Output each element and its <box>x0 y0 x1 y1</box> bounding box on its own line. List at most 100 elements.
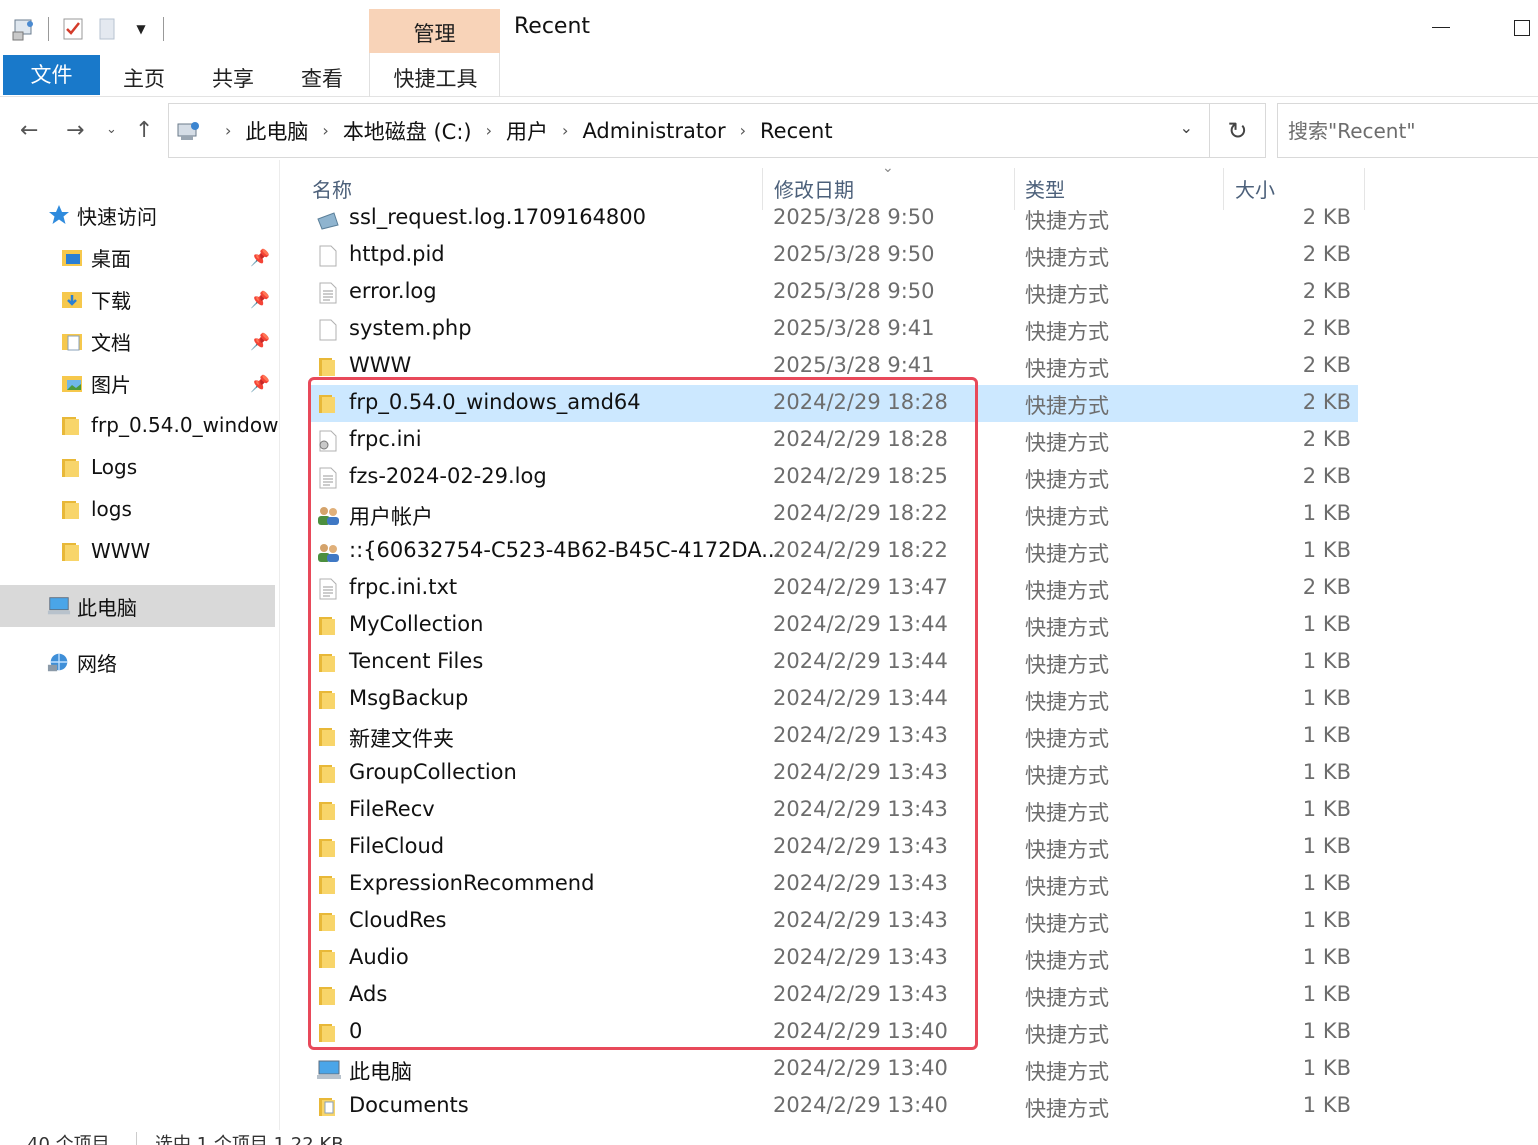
breadcrumb-recent[interactable]: Recent <box>760 119 833 143</box>
nav-quick-access[interactable]: 快速访问 <box>0 195 280 235</box>
file-row[interactable]: ::{60632754-C523-4B62-B45C-4172DA... 2024… <box>308 533 1358 570</box>
address-history-dropdown-icon[interactable]: ⌄ <box>1180 118 1193 137</box>
nav-item-pictures[interactable]: 图片 📌 <box>0 363 280 403</box>
file-row[interactable]: WWW 2025/3/28 9:41 快捷方式 2 KB <box>308 348 1358 385</box>
file-type: 快捷方式 <box>1025 320 1109 344</box>
pin-icon[interactable]: 📌 <box>250 248 270 267</box>
file-size: 1 KB <box>1302 686 1351 710</box>
folder-icon <box>316 725 340 749</box>
nav-this-pc[interactable]: 此电脑 <box>0 585 275 627</box>
column-header-name[interactable]: 名称 <box>312 174 352 203</box>
file-row[interactable]: ssl_request.log.1709164800 2025/3/28 9:50… <box>308 200 1358 237</box>
breadcrumb-this-pc[interactable]: 此电脑 <box>245 116 308 146</box>
search-box[interactable] <box>1277 103 1538 158</box>
file-row[interactable]: frpc.ini 2024/2/29 18:28 快捷方式 2 KB <box>308 422 1358 459</box>
file-type: 快捷方式 <box>1025 764 1109 788</box>
refresh-button[interactable]: ↻ <box>1210 103 1266 158</box>
chevron-right-icon[interactable]: › <box>225 121 231 140</box>
nav-item-logs-lower[interactable]: logs <box>0 489 280 529</box>
file-row[interactable]: MyCollection 2024/2/29 13:44 快捷方式 1 KB <box>308 607 1358 644</box>
up-arrow-icon[interactable]: ↑ <box>135 118 153 143</box>
minimize-button[interactable] <box>1432 27 1450 28</box>
file-row[interactable]: MsgBackup 2024/2/29 13:44 快捷方式 1 KB <box>308 681 1358 718</box>
tab-view[interactable]: 查看 <box>301 63 343 93</box>
file-row[interactable]: frp_0.54.0_windows_amd64 2024/2/29 18:28 快… <box>308 385 1358 422</box>
chevron-right-icon[interactable]: › <box>562 121 568 140</box>
column-header-size[interactable]: 大小 <box>1235 174 1275 203</box>
back-arrow-icon[interactable]: ← <box>20 118 38 143</box>
file-row[interactable]: FileRecv 2024/2/29 13:43 快捷方式 1 KB <box>308 792 1358 829</box>
pin-icon[interactable]: 📌 <box>250 290 270 309</box>
address-bar[interactable]: › 此电脑 › 本地磁盘 (C:) › 用户 › Administrator ›… <box>168 103 1210 158</box>
file-row[interactable]: Documents 2024/2/29 13:40 快捷方式 1 KB <box>308 1088 1358 1125</box>
pictures-folder-icon <box>60 371 84 395</box>
status-bar: 40 个项目 选中 1 个项目 1.22 KB <box>0 1130 1538 1145</box>
properties-check-icon[interactable] <box>59 15 87 43</box>
file-list: ⌄ 名称 修改日期 类型 大小 ssl_request.log.17091648… <box>300 160 1538 1130</box>
file-row[interactable]: error.log 2025/3/28 9:50 快捷方式 2 KB <box>308 274 1358 311</box>
window-title: Recent <box>514 14 591 39</box>
file-size: 1 KB <box>1302 908 1351 932</box>
breadcrumb-administrator[interactable]: Administrator <box>582 119 725 143</box>
tab-file[interactable]: 文件 <box>3 55 100 95</box>
tab-shortcut-tools[interactable]: 快捷工具 <box>370 63 501 93</box>
nav-item-logs-upper[interactable]: Logs <box>0 447 280 487</box>
nav-item-frp-folder[interactable]: frp_0.54.0_window <box>0 405 280 445</box>
file-row[interactable]: fzs-2024-02-29.log 2024/2/29 18:25 快捷方式 2 K… <box>308 459 1358 496</box>
file-row[interactable]: Ads 2024/2/29 13:43 快捷方式 1 KB <box>308 977 1358 1014</box>
column-header-date[interactable]: 修改日期 <box>774 174 854 203</box>
file-name: ExpressionRecommend <box>349 871 595 895</box>
file-row[interactable]: FileCloud 2024/2/29 13:43 快捷方式 1 KB <box>308 829 1358 866</box>
file-row[interactable]: Audio 2024/2/29 13:43 快捷方式 1 KB <box>308 940 1358 977</box>
nav-item-downloads[interactable]: 下载 📌 <box>0 279 280 319</box>
user-accounts-icon <box>316 540 340 564</box>
file-row[interactable]: 新建文件夹 2024/2/29 13:43 快捷方式 1 KB <box>308 718 1358 755</box>
file-size: 2 KB <box>1302 279 1351 303</box>
nav-item-label: WWW <box>91 539 151 563</box>
user-accounts-icon <box>316 503 340 527</box>
recent-locations-dropdown-icon[interactable]: ⌄ <box>106 122 117 137</box>
file-row[interactable]: 0 2024/2/29 13:40 快捷方式 1 KB <box>308 1014 1358 1051</box>
pin-icon[interactable]: 📌 <box>250 374 270 393</box>
file-row[interactable]: httpd.pid 2025/3/28 9:50 快捷方式 2 KB <box>308 237 1358 274</box>
tab-home[interactable]: 主页 <box>123 63 165 93</box>
chevron-right-icon[interactable]: › <box>740 121 746 140</box>
file-type: 快捷方式 <box>1025 542 1109 566</box>
file-row[interactable]: system.php 2025/3/28 9:41 快捷方式 2 KB <box>308 311 1358 348</box>
file-row[interactable]: ExpressionRecommend 2024/2/29 13:43 快捷方式 1 … <box>308 866 1358 903</box>
file-name: frpc.ini <box>349 427 422 451</box>
file-date: 2024/2/29 13:47 <box>773 575 948 599</box>
file-date: 2024/2/29 13:43 <box>773 871 948 895</box>
nav-item-documents[interactable]: 文档 📌 <box>0 321 280 361</box>
file-type: 快捷方式 <box>1025 394 1109 418</box>
tab-share[interactable]: 共享 <box>212 63 254 93</box>
nav-network-label: 网络 <box>77 651 117 676</box>
nav-network[interactable]: 网络 <box>0 642 280 682</box>
chevron-right-icon[interactable]: › <box>486 121 492 140</box>
search-input[interactable] <box>1288 116 1538 146</box>
file-row[interactable]: Tencent Files 2024/2/29 13:44 快捷方式 1 KB <box>308 644 1358 681</box>
file-row[interactable]: 用户帐户 2024/2/29 18:22 快捷方式 1 KB <box>308 496 1358 533</box>
customize-toolbar-dropdown-icon[interactable]: ▼ <box>127 15 155 43</box>
file-type: 快捷方式 <box>1025 505 1109 529</box>
file-row[interactable]: frpc.ini.txt 2024/2/29 13:47 快捷方式 2 KB <box>308 570 1358 607</box>
new-folder-icon[interactable] <box>93 15 121 43</box>
chevron-right-icon[interactable]: › <box>322 121 328 140</box>
nav-item-www[interactable]: WWW <box>0 531 280 571</box>
explorer-properties-icon[interactable] <box>10 15 38 43</box>
file-row[interactable]: GroupCollection 2024/2/29 13:43 快捷方式 1 KB <box>308 755 1358 792</box>
folder-icon <box>316 984 340 1008</box>
nav-item-desktop[interactable]: 桌面 📌 <box>0 237 280 277</box>
file-date: 2024/2/29 13:43 <box>773 797 948 821</box>
pin-icon[interactable]: 📌 <box>250 332 270 351</box>
folder-icon <box>316 355 340 379</box>
file-row[interactable]: 此电脑 2024/2/29 13:40 快捷方式 1 KB <box>308 1051 1358 1088</box>
manage-context-tab[interactable]: 管理 <box>369 18 500 48</box>
maximize-button[interactable] <box>1514 20 1530 36</box>
breadcrumb-users[interactable]: 用户 <box>506 116 548 146</box>
file-row[interactable]: CloudRes 2024/2/29 13:43 快捷方式 1 KB <box>308 903 1358 940</box>
forward-arrow-icon[interactable]: → <box>66 118 84 143</box>
column-divider[interactable] <box>1364 168 1365 210</box>
breadcrumb-local-disk[interactable]: 本地磁盘 (C:) <box>343 116 472 146</box>
column-header-type[interactable]: 类型 <box>1025 174 1065 203</box>
